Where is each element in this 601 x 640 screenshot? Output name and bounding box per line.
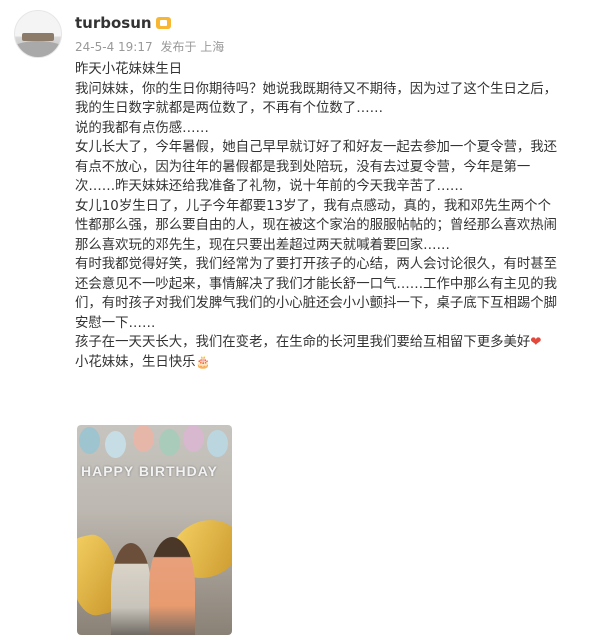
paragraph-3: 女儿长大了，今年暑假，她自己早早就订好了和好友一起去参加一个夏令营，我还 有点不… — [75, 138, 590, 197]
paragraph-5: 有时我都觉得好笑，我们经常为了要打开孩子的心结，两人会讨论很久，有时甚至 还会意… — [75, 255, 590, 333]
paragraph-2: 说的我都有点伤感…… — [75, 119, 590, 139]
paragraph-1: 我问妹妹，你的生日你期待吗？她说我既期待又不期待，因为过了这个生日之后， 我的生… — [75, 80, 590, 119]
post-date: 24-5-4 19:17 — [75, 40, 153, 54]
p2-line-1: 说的我都有点伤感…… — [75, 120, 209, 136]
p5-line-4: 安慰一下…… — [75, 315, 156, 331]
post-photo[interactable]: HAPPY BIRTHDAY — [77, 425, 232, 635]
post-meta: 24-5-4 19:17 发布于 上海 — [75, 38, 224, 55]
p7-line-1: 小花妹妹，生日快乐🎂 — [75, 353, 590, 373]
cake-emoji-icon: 🎂 — [195, 354, 211, 369]
p7-text: 小花妹妹，生日快乐 — [75, 354, 196, 370]
balloon-decoration — [159, 429, 180, 456]
balloon-decoration — [105, 431, 126, 458]
paragraph-7: 小花妹妹，生日快乐🎂 — [75, 353, 590, 373]
balloon-decoration — [183, 425, 204, 452]
p6-line-1: 孩子在一天天长大，我们在变老，在生命的长河里我们要给互相留下更多美好❤ — [75, 333, 590, 353]
p5-line-2: 还会意见不一吵起来，事情解决了我们才能长舒一口气……工作中那么有主见的我 — [75, 276, 558, 292]
p1-line-1: 我问妹妹，你的生日你期待吗？她说我既期待又不期待，因为过了这个生日之后， — [75, 81, 558, 97]
happy-birthday-banner: HAPPY BIRTHDAY — [81, 463, 218, 479]
p1-line-2: 我的生日数字就都是两位数了，不再有个位数了…… — [75, 101, 383, 116]
p3-line-1: 女儿长大了，今年暑假，她自己早早就订好了和好友一起去参加一个夏令营，我还 — [75, 140, 558, 155]
title-line: 昨天小花妹妹生日 — [75, 62, 183, 77]
p3-line-2: 有点不放心，因为往年的暑假都是我到处陪玩，没有去过夏令营，今年是第一 — [75, 159, 531, 175]
p4-line-1: 女儿10岁生日了，儿子今年都要13岁了，我有点感动，真的，我和邓先生两个个 — [75, 198, 551, 214]
post-title: 昨天小花妹妹生日 — [75, 60, 590, 80]
vip-badge-icon — [155, 17, 171, 29]
p6-text: 孩子在一天天长大，我们在变老，在生命的长河里我们要给互相留下更多美好 — [75, 335, 531, 350]
balloon-decoration — [133, 425, 154, 452]
author-name-link[interactable]: turbosun — [75, 14, 171, 32]
heart-emoji-icon: ❤ — [530, 335, 542, 350]
paragraph-4: 女儿10岁生日了，儿子今年都要13岁了，我有点感动，真的，我和邓先生两个个 性都… — [75, 197, 590, 256]
balloon-decoration — [79, 427, 100, 454]
child-figure — [149, 537, 195, 635]
p5-line-3: 们，有时孩子对我们发脾气我们的小心脏还会小小颤抖一下，桌子底下互相踢个脚 — [75, 296, 558, 311]
p4-line-2: 性都那么强，那么要自由的人，现在被这个家治的服服帖帖的；曾经那么喜欢热闹 — [75, 218, 558, 233]
post-location: 发布于 上海 — [160, 40, 225, 54]
child-figure — [111, 543, 151, 635]
avatar[interactable] — [14, 10, 62, 58]
post-content: 昨天小花妹妹生日 我问妹妹，你的生日你期待吗？她说我既期待又不期待，因为过了这个… — [75, 60, 590, 372]
p4-line-3: 那么喜欢玩的邓先生，现在只要出差超过两天就喊着要回家…… — [75, 237, 450, 253]
avatar-house — [22, 33, 54, 41]
avatar-scenery — [15, 41, 61, 57]
p3-line-3: 次……昨天妹妹还给我准备了礼物，说十年前的今天我辛苦了…… — [75, 179, 464, 194]
p5-line-1: 有时我都觉得好笑，我们经常为了要打开孩子的心结，两人会讨论很久，有时甚至 — [75, 257, 558, 272]
balloon-decoration — [207, 430, 228, 457]
paragraph-6: 孩子在一天天长大，我们在变老，在生命的长河里我们要给互相留下更多美好❤ — [75, 333, 590, 353]
author-name: turbosun — [75, 14, 152, 32]
